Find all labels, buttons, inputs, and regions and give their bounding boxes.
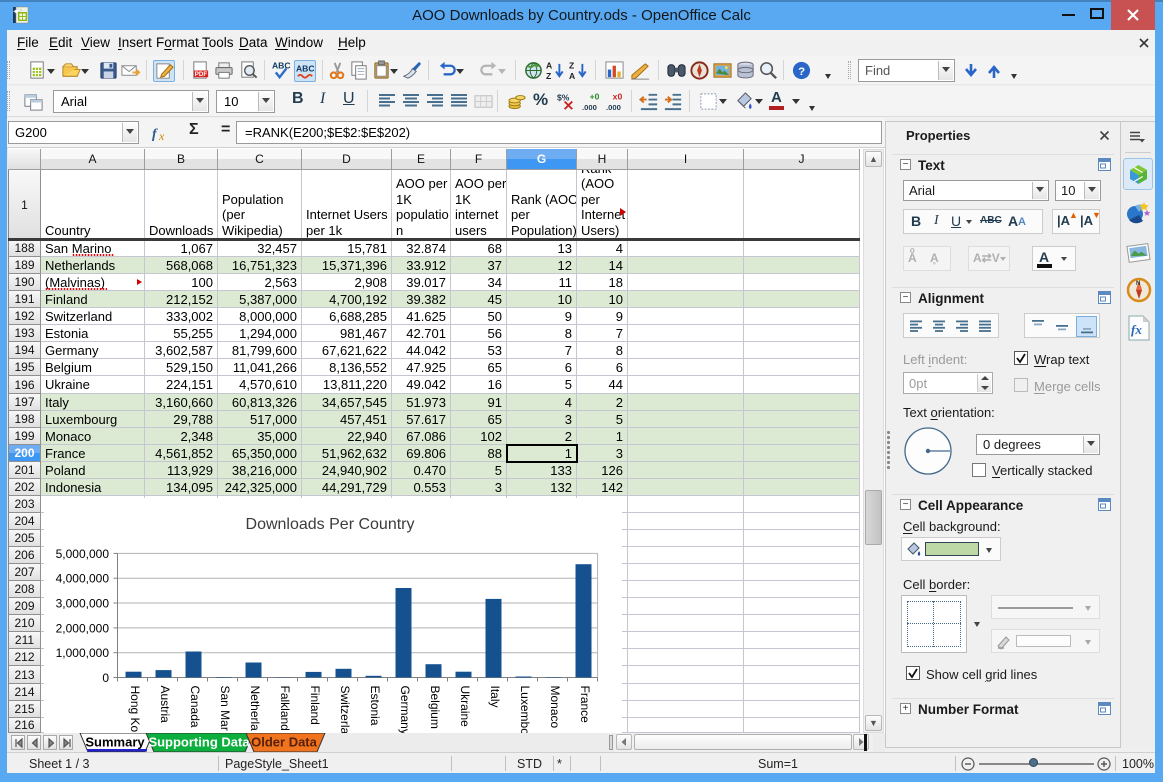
svg-text:3,000,000: 3,000,000 [56, 597, 110, 611]
svg-text:Luxembo: Luxembo [518, 686, 532, 734]
svg-text:Falkland: Falkland [278, 686, 292, 731]
svg-text:1,000,000: 1,000,000 [56, 646, 110, 660]
svg-text:Austria: Austria [158, 686, 172, 724]
svg-text:Finland: Finland [308, 686, 322, 725]
svg-text:?: ? [798, 66, 805, 78]
svg-text:PDF: PDF [195, 71, 208, 78]
svg-text:Downloads Per Country: Downloads Per Country [246, 516, 415, 533]
svg-text:Monaco: Monaco [548, 686, 562, 729]
svg-text:ABC: ABC [296, 64, 315, 74]
svg-text:Z: Z [546, 71, 551, 81]
svg-text:San Mar: San Mar [218, 686, 232, 731]
svg-text:$%: $% [557, 93, 570, 103]
svg-text:fx: fx [1131, 322, 1142, 337]
svg-text:Hong Ko: Hong Ko [128, 686, 142, 733]
svg-text:x0: x0 [613, 92, 623, 102]
svg-text:ABC: ABC [272, 61, 291, 71]
svg-text:A: A [546, 61, 552, 71]
svg-text:0: 0 [102, 671, 109, 685]
svg-text:4,000,000: 4,000,000 [56, 572, 110, 586]
svg-text:Supporting Data: Supporting Data [148, 735, 250, 750]
svg-text:Germany: Germany [398, 686, 412, 734]
svg-text:N: N [1136, 281, 1140, 287]
svg-text:5,000,000: 5,000,000 [56, 547, 110, 561]
svg-text:Canada: Canada [188, 686, 202, 728]
svg-text:A: A [569, 71, 575, 81]
svg-text:Older Data: Older Data [251, 735, 318, 750]
svg-text:Ukraine: Ukraine [458, 686, 472, 728]
svg-text:Estonia: Estonia [368, 686, 382, 726]
svg-text:Summary: Summary [85, 735, 145, 750]
svg-text:f: f [152, 127, 158, 142]
svg-text:Switzerla: Switzerla [338, 686, 352, 734]
svg-text:France: France [578, 686, 592, 724]
svg-text:.000: .000 [582, 103, 597, 112]
svg-text:Belgium: Belgium [428, 686, 442, 729]
svg-text:2,000,000: 2,000,000 [56, 621, 110, 635]
svg-text:x: x [158, 129, 165, 143]
svg-text:.000: .000 [606, 103, 621, 112]
svg-text:Italy: Italy [488, 686, 502, 708]
svg-text:+0: +0 [590, 92, 600, 102]
svg-text:Netherla: Netherla [248, 686, 262, 732]
svg-text:Z: Z [569, 61, 574, 71]
